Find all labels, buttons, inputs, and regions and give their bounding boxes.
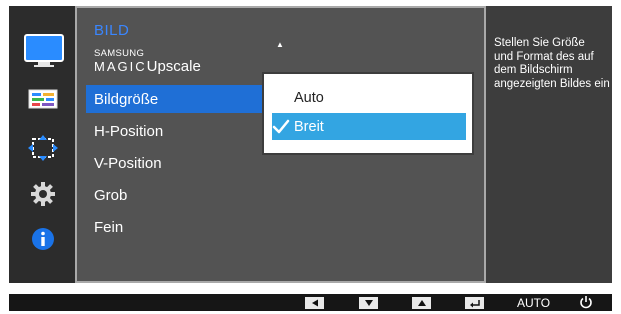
left-arrow-icon[interactable] [305, 297, 324, 309]
menu-item-magic-upscale[interactable]: SAMSUNG MAGICUpscale [94, 49, 201, 76]
submenu-option-breit[interactable]: Breit [294, 119, 324, 135]
info-line: Stellen Sie Größe [494, 37, 585, 49]
magic-label: MAGIC [94, 59, 147, 74]
monitor-icon[interactable] [22, 34, 66, 68]
info-line: angezeigten Bildes ein [494, 77, 610, 90]
menu-item-grob[interactable]: Grob [94, 187, 127, 204]
upscale-label: Upscale [146, 58, 201, 75]
up-arrow-icon[interactable] [412, 297, 431, 309]
auto-button[interactable]: AUTO [517, 296, 550, 310]
scroll-up-icon: ▲ [276, 40, 284, 49]
samsung-label: SAMSUNG [94, 48, 145, 59]
info-icon[interactable] [30, 226, 56, 252]
info-line: und Format des auf [494, 50, 594, 63]
menu-item-h-position[interactable]: H-Position [94, 123, 163, 140]
info-text: Stellen Sie Größe und Format des auf dem… [494, 37, 621, 91]
checkmark-icon [272, 119, 290, 140]
info-line: dem Bildschirm [494, 64, 573, 76]
menu-item-bildgroesse[interactable]: Bildgröße [94, 91, 158, 108]
down-arrow-icon[interactable] [359, 297, 378, 309]
menu-item-v-position[interactable]: V-Position [94, 155, 162, 172]
menu-title: BILD [94, 22, 130, 39]
gear-icon[interactable] [29, 180, 57, 208]
menu-item-fein[interactable]: Fein [94, 219, 123, 236]
submenu-option-auto[interactable]: Auto [294, 90, 324, 106]
enter-icon[interactable] [465, 297, 484, 309]
picture-settings-icon[interactable] [26, 88, 60, 110]
power-icon[interactable] [579, 295, 593, 314]
resize-arrows-icon[interactable] [26, 133, 60, 163]
